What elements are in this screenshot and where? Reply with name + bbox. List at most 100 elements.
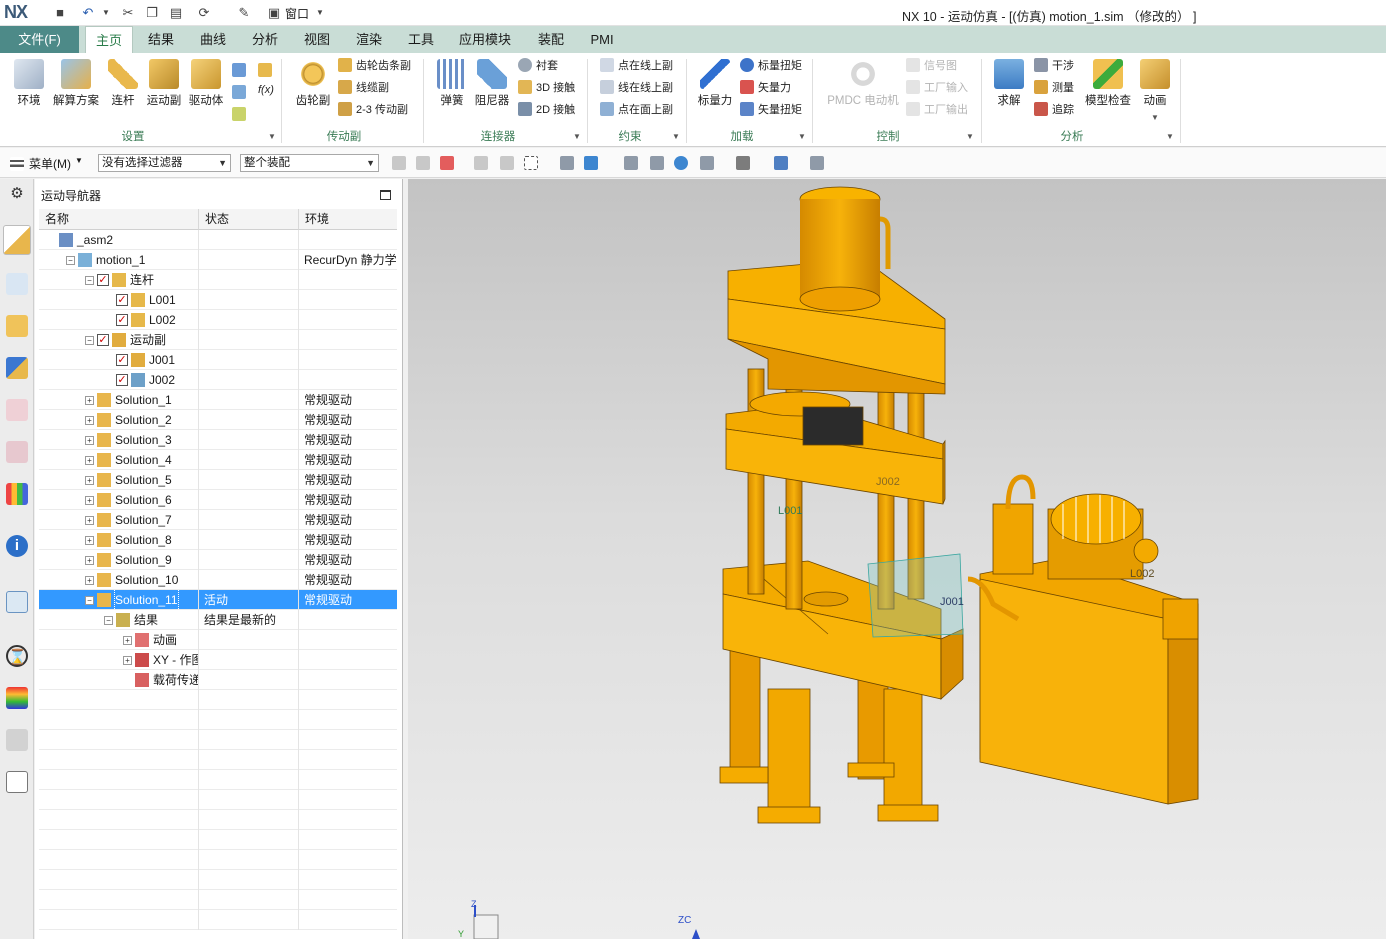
cut-icon[interactable]: ✂ [120, 5, 136, 21]
collapse-icon[interactable]: − [85, 596, 94, 605]
tree-row[interactable]: ✓ J002 [39, 370, 397, 390]
tree-row[interactable]: ✓ L002 [39, 310, 397, 330]
tab-tools[interactable]: 工具 [402, 26, 440, 53]
damper-button[interactable]: 阻尼器 [472, 59, 512, 108]
group-analysis-dropdown-icon[interactable]: ▼ [1166, 132, 1174, 141]
column-header-name[interactable]: 名称 [39, 209, 199, 230]
visibility-checkbox[interactable]: ✓ [116, 294, 128, 306]
interference-button[interactable]: 干涉 [1034, 57, 1074, 75]
2d-contact-button[interactable]: 2D 接触 [518, 101, 575, 119]
maximize-icon[interactable] [380, 190, 391, 200]
column-header-environment[interactable]: 环境 [299, 209, 397, 230]
curve-on-curve-button[interactable]: 线在线上副 [600, 79, 673, 97]
group-connector-dropdown-icon[interactable]: ▼ [573, 132, 581, 141]
window-icon[interactable]: ▣ [266, 5, 282, 21]
vector-force-button[interactable]: 矢量力 [740, 79, 791, 97]
tree-row[interactable]: + 动画 [39, 630, 397, 650]
column-header-status[interactable]: 状态 [199, 209, 299, 230]
system-materials-icon[interactable] [6, 771, 28, 793]
view-orientation-icon[interactable] [700, 156, 714, 170]
expand-icon[interactable]: + [85, 416, 94, 425]
point-on-surface-button[interactable]: 点在面上副 [600, 101, 673, 119]
tree-row[interactable]: ✓ L001 [39, 290, 397, 310]
tab-analysis[interactable]: 分析 [246, 26, 284, 53]
part-navigator-icon[interactable] [6, 357, 28, 379]
marker-icon[interactable] [232, 63, 246, 77]
file-tab[interactable]: 文件(F) [0, 26, 79, 53]
link-button[interactable]: 连杆 [104, 59, 142, 108]
visibility-checkbox[interactable]: ✓ [116, 314, 128, 326]
group-setup-dropdown-icon[interactable]: ▼ [268, 132, 276, 141]
hd3d-tools-icon[interactable] [6, 441, 28, 463]
display-style-icon[interactable] [736, 156, 750, 170]
shaded-edges-icon[interactable] [774, 156, 788, 170]
tree-row[interactable]: − Solution_11 活动 常规驱动 [39, 590, 397, 610]
two-three-joint-coupler-button[interactable]: 2-3 传动副 [338, 101, 408, 119]
group-control-dropdown-icon[interactable]: ▼ [966, 132, 974, 141]
tree-row[interactable]: 载荷传递 [39, 670, 397, 690]
tree-row[interactable]: − ✓ 连杆 [39, 270, 397, 290]
collapse-icon[interactable]: − [85, 336, 94, 345]
vector-torque-button[interactable]: 矢量扭矩 [740, 101, 802, 119]
collapse-icon[interactable]: − [66, 256, 75, 265]
undo-dropdown-icon[interactable]: ▼ [98, 5, 114, 21]
menu-dropdown-icon[interactable]: ▼ [75, 156, 83, 165]
signal-chart-button[interactable]: 信号图 [906, 57, 957, 75]
expand-icon[interactable]: + [123, 656, 132, 665]
joint-button[interactable]: 运动副 [144, 59, 184, 108]
tree-row[interactable]: − 结果 结果是最新的 [39, 610, 397, 630]
show-icon[interactable] [584, 156, 598, 170]
select-feature-icon[interactable] [474, 156, 488, 170]
menu-button[interactable]: 菜单(M) [29, 155, 71, 172]
tab-assembly[interactable]: 装配 [530, 26, 572, 53]
visibility-checkbox[interactable]: ✓ [116, 354, 128, 366]
expand-icon[interactable]: + [85, 436, 94, 445]
motion-navigator-tab-icon[interactable] [3, 225, 31, 255]
pmdc-motor-button[interactable]: PMDC 电动机 [826, 59, 900, 108]
tree-row[interactable]: − ✓ 运动副 [39, 330, 397, 350]
trace-button[interactable]: 追踪 [1034, 101, 1074, 119]
variable-icon[interactable] [232, 107, 246, 121]
tab-curve[interactable]: 曲线 [194, 26, 232, 53]
history-icon[interactable] [6, 483, 28, 505]
tab-results[interactable]: 结果 [142, 26, 180, 53]
rack-pinion-button[interactable]: 齿轮齿条副 [338, 57, 411, 75]
selection-scope-select[interactable]: 整个装配 ▼ [240, 154, 379, 172]
3d-contact-button[interactable]: 3D 接触 [518, 79, 575, 97]
box-select-icon[interactable] [524, 156, 538, 170]
model-check-button[interactable]: 模型检查 [1084, 59, 1132, 108]
point-on-curve-button[interactable]: 点在线上副 [600, 57, 673, 75]
animation-button[interactable]: 动画 [1138, 59, 1172, 108]
measure-button[interactable]: 测量 [1034, 79, 1074, 97]
collapse-icon[interactable]: − [85, 276, 94, 285]
snap-icon[interactable] [392, 156, 406, 170]
tree-row[interactable]: + Solution_7 常规驱动 [39, 510, 397, 530]
tree-row[interactable]: + Solution_8 常规驱动 [39, 530, 397, 550]
save-icon[interactable]: ■ [52, 5, 68, 21]
selection-filter-select[interactable]: 没有选择过滤器 ▼ [98, 154, 231, 172]
expand-icon[interactable]: + [123, 636, 132, 645]
snap-point-icon[interactable] [416, 156, 430, 170]
tree-row[interactable]: + Solution_4 常规驱动 [39, 450, 397, 470]
tab-render[interactable]: 渲染 [350, 26, 388, 53]
palette-icon[interactable] [6, 687, 28, 709]
tree-row[interactable]: + Solution_3 常规驱动 [39, 430, 397, 450]
solution-button[interactable]: 解算方案 [50, 59, 102, 108]
tree-row[interactable]: _asm2 [39, 230, 397, 250]
tree-row[interactable]: − motion_1 RecurDyn 静力学 [39, 250, 397, 270]
assembly-navigator-icon[interactable] [6, 273, 28, 295]
solve-button[interactable]: 求解 [992, 59, 1026, 108]
general-selection-icon[interactable] [440, 156, 454, 170]
expand-icon[interactable]: + [85, 396, 94, 405]
rotate-icon[interactable] [674, 156, 688, 170]
group-constraint-dropdown-icon[interactable]: ▼ [672, 132, 680, 141]
gear-icon[interactable] [258, 63, 272, 77]
tree-row[interactable]: + Solution_1 常规驱动 [39, 390, 397, 410]
undo-icon[interactable]: ↶ [80, 5, 96, 21]
tree-row[interactable]: + Solution_2 常规驱动 [39, 410, 397, 430]
fit-view-icon[interactable] [624, 156, 638, 170]
plant-output-button[interactable]: 工厂输出 [906, 101, 968, 119]
info-icon[interactable]: i [6, 535, 28, 557]
visibility-checkbox[interactable]: ✓ [97, 274, 109, 286]
scalar-torque-button[interactable]: 标量扭矩 [740, 57, 802, 75]
